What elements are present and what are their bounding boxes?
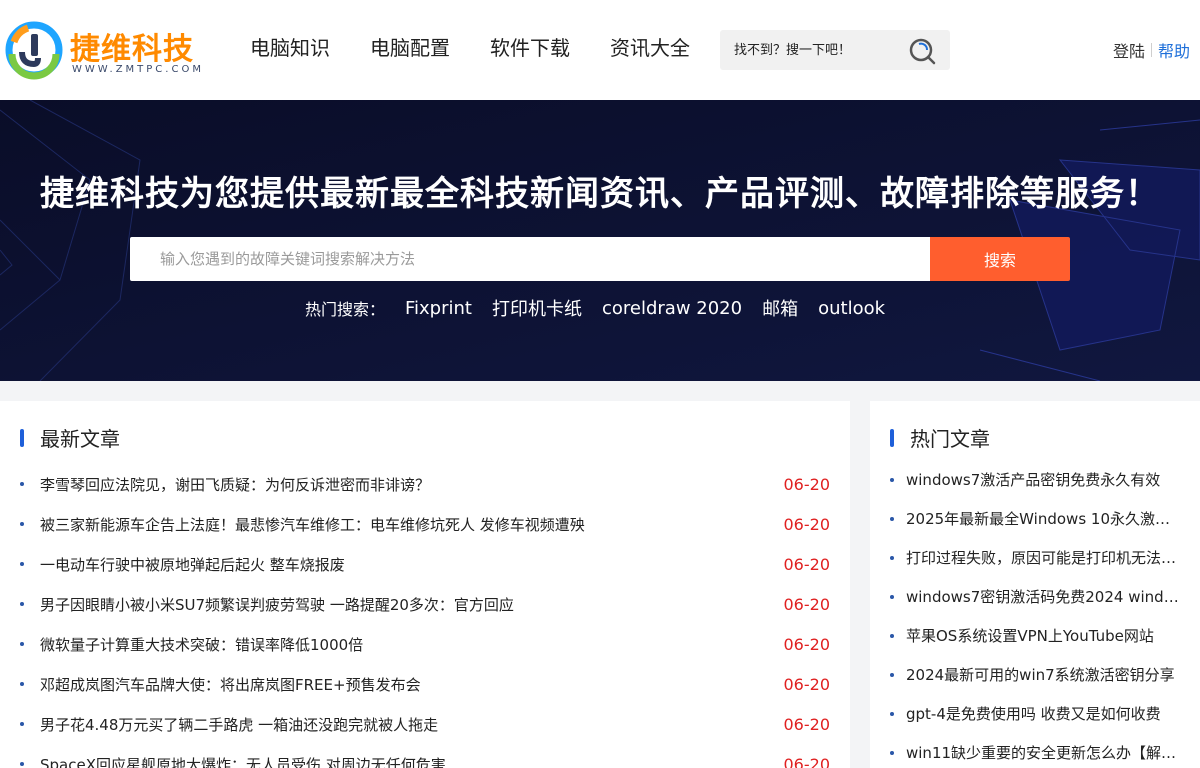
article-date: 06-20 bbox=[783, 594, 831, 614]
bullet-icon bbox=[890, 750, 894, 755]
bullet-icon bbox=[890, 672, 894, 677]
article-date: 06-20 bbox=[783, 474, 831, 494]
nav-item-pc-knowledge[interactable]: 电脑知识 bbox=[230, 30, 350, 66]
auth-divider bbox=[1151, 43, 1153, 57]
article-title[interactable]: 一电动车行驶中被原地弹起后起火 整车烧报废 bbox=[40, 554, 345, 575]
hot-article-row[interactable]: 2024最新可用的win7系统激活密钥分享 bbox=[890, 655, 1200, 694]
hot-articles-header: 热门文章 bbox=[890, 423, 990, 452]
hot-searches-label: 热门搜索： bbox=[304, 300, 385, 319]
hero-search: 搜索 bbox=[130, 237, 1070, 281]
hot-article-row[interactable]: windows7激活产品密钥免费永久有效 bbox=[890, 460, 1200, 499]
section-title: 热门文章 bbox=[910, 427, 990, 451]
article-date: 06-20 bbox=[783, 634, 831, 654]
header-search-input[interactable] bbox=[720, 30, 905, 70]
section-marker bbox=[890, 428, 894, 447]
logo-mark-icon bbox=[5, 21, 63, 80]
article-title[interactable]: 李雪琴回应法院见，谢田飞质疑：为何反诉泄密而非诽谤？ bbox=[40, 474, 430, 495]
login-link[interactable]: 登陆 bbox=[1113, 38, 1145, 62]
article-title[interactable]: 被三家新能源车企告上法庭！最悲惨汽车维修工：电车维修坑死人 发修车视频遭殃 bbox=[40, 514, 585, 535]
article-row[interactable]: 李雪琴回应法院见，谢田飞质疑：为何反诉泄密而非诽谤？ 06-20 bbox=[20, 464, 830, 504]
article-title[interactable]: 微软量子计算重大技术突破：错误率降低1000倍 bbox=[40, 634, 363, 655]
hero-search-input[interactable] bbox=[130, 237, 930, 281]
hot-article-title[interactable]: 苹果OS系统设置VPN上YouTube网站 bbox=[906, 625, 1184, 646]
article-row[interactable]: 男子花4.48万元买了辆二手路虎 一箱油还没跑完就被人拖走 06-20 bbox=[20, 704, 830, 744]
help-link[interactable]: 帮助 bbox=[1158, 38, 1190, 62]
auth-links: 登陆 帮助 bbox=[1113, 38, 1190, 62]
bullet-icon bbox=[20, 682, 24, 686]
hot-search-link[interactable]: coreldraw 2020 bbox=[602, 298, 742, 319]
bullet-icon bbox=[890, 555, 894, 560]
hot-article-title[interactable]: 2025年最新最全Windows 10永久激活密钥 bbox=[906, 508, 1184, 529]
search-icon[interactable] bbox=[908, 37, 936, 65]
bullet-icon bbox=[20, 562, 24, 566]
article-row[interactable]: 邓超成岚图汽车品牌大使：将出席岚图FREE+预售发布会 06-20 bbox=[20, 664, 830, 704]
bullet-icon bbox=[20, 602, 24, 606]
article-row[interactable]: 被三家新能源车企告上法庭！最悲惨汽车维修工：电车维修坑死人 发修车视频遭殃 06-… bbox=[20, 504, 830, 544]
nav-item-news[interactable]: 资讯大全 bbox=[590, 30, 710, 66]
latest-articles-list: 李雪琴回应法院见，谢田飞质疑：为何反诉泄密而非诽谤？ 06-20 被三家新能源车企… bbox=[20, 464, 830, 768]
bullet-icon bbox=[20, 762, 24, 766]
hot-article-title[interactable]: gpt-4是免费使用吗 收费又是如何收费 bbox=[906, 703, 1184, 724]
hot-article-title[interactable]: windows7激活产品密钥免费永久有效 bbox=[906, 469, 1184, 490]
logo-text: 捷维科技 bbox=[70, 32, 194, 67]
bullet-icon bbox=[890, 516, 894, 521]
hot-article-row[interactable]: gpt-4是免费使用吗 收费又是如何收费 bbox=[890, 694, 1200, 733]
latest-articles-panel: 最新文章 李雪琴回应法院见，谢田飞质疑：为何反诉泄密而非诽谤？ 06-20 被三家… bbox=[0, 401, 850, 768]
latest-articles-header: 最新文章 bbox=[20, 423, 120, 452]
article-row[interactable]: SpaceX回应星舰原地大爆炸：无人员受伤 对周边无任何危害 06-20 bbox=[20, 744, 830, 768]
hero-search-button[interactable]: 搜索 bbox=[930, 237, 1070, 281]
hot-article-title[interactable]: win11缺少重要的安全更新怎么办【解决方法】 bbox=[906, 742, 1184, 763]
site-logo[interactable]: 捷维科技 WWW.ZMTPC.COM bbox=[4, 18, 204, 82]
bullet-icon bbox=[890, 594, 894, 599]
section-marker bbox=[20, 428, 24, 447]
section-title: 最新文章 bbox=[40, 427, 120, 451]
article-title[interactable]: SpaceX回应星舰原地大爆炸：无人员受伤 对周边无任何危害 bbox=[40, 754, 446, 768]
article-title[interactable]: 男子因眼睛小被小米SU7频繁误判疲劳驾驶 一路提醒20多次：官方回应 bbox=[40, 594, 514, 615]
hot-search-link[interactable]: 打印机卡纸 bbox=[492, 295, 582, 321]
article-date: 06-20 bbox=[783, 554, 831, 574]
bullet-icon bbox=[890, 633, 894, 638]
hot-articles-panel: 热门文章 windows7激活产品密钥免费永久有效 2025年最新最全Windo… bbox=[870, 401, 1200, 768]
hot-search-link[interactable]: Fixprint bbox=[405, 298, 472, 319]
nav-item-pc-config[interactable]: 电脑配置 bbox=[350, 30, 470, 66]
bullet-icon bbox=[20, 522, 24, 526]
bullet-icon bbox=[890, 477, 894, 482]
bullet-icon bbox=[890, 711, 894, 716]
hot-article-title[interactable]: 2024最新可用的win7系统激活密钥分享 bbox=[906, 664, 1184, 685]
article-title[interactable]: 邓超成岚图汽车品牌大使：将出席岚图FREE+预售发布会 bbox=[40, 674, 421, 695]
hot-search-link[interactable]: outlook bbox=[818, 298, 885, 319]
hot-article-row[interactable]: 打印过程失败，原因可能是打印机无法响应 bbox=[890, 538, 1200, 577]
hot-article-title[interactable]: windows7密钥激活码免费2024 windows7 bbox=[906, 586, 1184, 607]
article-date: 06-20 bbox=[783, 674, 831, 694]
hot-search-link[interactable]: 邮箱 bbox=[762, 295, 798, 321]
article-date: 06-20 bbox=[783, 514, 831, 534]
hot-articles-list: windows7激活产品密钥免费永久有效 2025年最新最全Windows 10… bbox=[890, 460, 1200, 768]
article-title[interactable]: 男子花4.48万元买了辆二手路虎 一箱油还没跑完就被人拖走 bbox=[40, 714, 438, 735]
nav-item-software-download[interactable]: 软件下载 bbox=[470, 30, 590, 66]
bullet-icon bbox=[20, 722, 24, 726]
hero-banner: 捷维科技为您提供最新最全科技新闻资讯、产品评测、故障排除等服务！ 搜索 热门搜索… bbox=[0, 100, 1200, 381]
article-row[interactable]: 微软量子计算重大技术突破：错误率降低1000倍 06-20 bbox=[20, 624, 830, 664]
article-date: 06-20 bbox=[783, 714, 831, 734]
hot-article-row[interactable]: windows7密钥激活码免费2024 windows7 bbox=[890, 577, 1200, 616]
hot-article-row[interactable]: 2025年最新最全Windows 10永久激活密钥 bbox=[890, 499, 1200, 538]
article-row[interactable]: 男子因眼睛小被小米SU7频繁误判疲劳驾驶 一路提醒20多次：官方回应 06-20 bbox=[20, 584, 830, 624]
hot-article-row[interactable]: 苹果OS系统设置VPN上YouTube网站 bbox=[890, 616, 1200, 655]
hot-article-title[interactable]: 打印过程失败，原因可能是打印机无法响应 bbox=[906, 547, 1184, 568]
header-search bbox=[720, 30, 950, 70]
hot-searches: 热门搜索： Fixprint 打印机卡纸 coreldraw 2020 邮箱 o… bbox=[0, 295, 1200, 321]
hot-article-row[interactable]: win11缺少重要的安全更新怎么办【解决方法】 bbox=[890, 733, 1200, 768]
article-row[interactable]: 一电动车行驶中被原地弹起后起火 整车烧报废 06-20 bbox=[20, 544, 830, 584]
article-date: 06-20 bbox=[783, 754, 831, 768]
main-nav: 电脑知识 电脑配置 软件下载 资讯大全 bbox=[230, 30, 710, 66]
logo-domain: WWW.ZMTPC.COM bbox=[72, 64, 204, 75]
bullet-icon bbox=[20, 642, 24, 646]
site-header: 捷维科技 WWW.ZMTPC.COM 电脑知识 电脑配置 软件下载 资讯大全 登… bbox=[0, 0, 1200, 100]
bullet-icon bbox=[20, 482, 24, 486]
banner-headline: 捷维科技为您提供最新最全科技新闻资讯、产品评测、故障排除等服务！ bbox=[40, 174, 1160, 214]
